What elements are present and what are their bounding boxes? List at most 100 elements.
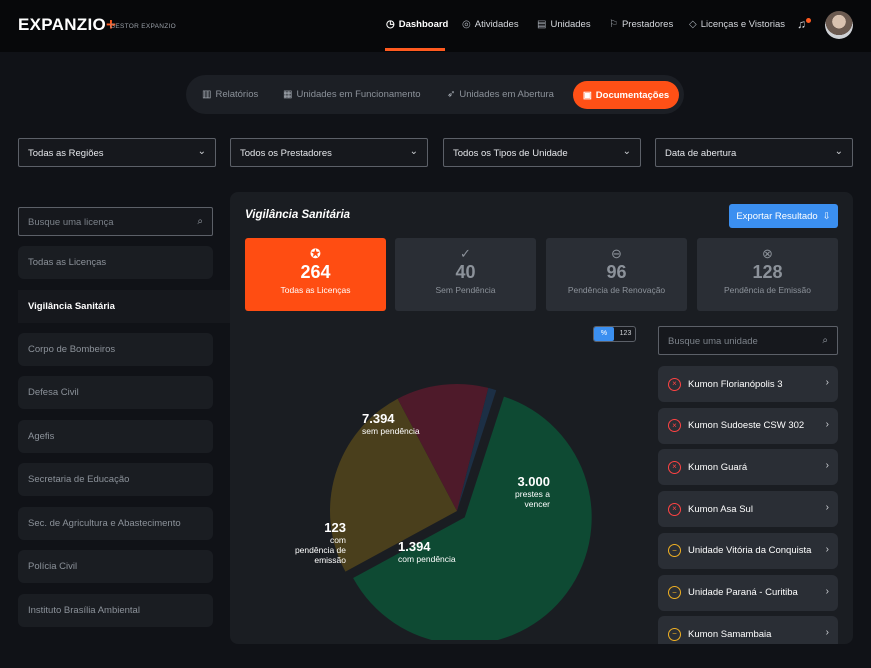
nav-label: Atividades (474, 19, 519, 30)
provider-filter[interactable]: Todos os Prestadores ⌄ (230, 138, 428, 167)
tab-documentacoes[interactable]: ▣ Documentações (573, 81, 679, 109)
pie-text: com pendência (398, 554, 456, 564)
pie-text: prestes a vencer (515, 489, 550, 509)
card-label: Pendência de Renovação (567, 285, 666, 295)
warning-status-icon: − (668, 586, 681, 599)
sidebar-item-todas[interactable]: Todas as Licenças (18, 246, 213, 279)
nav-label: Unidades (550, 19, 591, 30)
avatar[interactable] (825, 11, 853, 39)
card-pendencia-renovacao[interactable]: ⊖ 96 Pendência de Renovação (546, 238, 687, 311)
sidebar-item-ibram[interactable]: Instituto Brasília Ambiental (18, 594, 213, 627)
gauge-icon: ◷ (386, 18, 395, 30)
pie-value: 1.394 (398, 539, 431, 554)
nav-licencas[interactable]: ◇ Licenças e Vistorias (689, 19, 785, 30)
card-label: Sem Pendência (435, 285, 496, 295)
unit-search-input[interactable]: Busque uma unidade ⌕ (658, 326, 838, 355)
chevron-down-icon: ⌄ (834, 146, 843, 157)
filter-value: Data de abertura (665, 148, 737, 159)
pie-value: 3.000 (517, 474, 550, 489)
number-toggle[interactable]: 123 (616, 327, 635, 341)
card-label: Pendência de Emissão (724, 285, 811, 295)
download-icon: ⇩ (822, 210, 831, 222)
nav-prestadores[interactable]: ⚐ Prestadores (609, 19, 673, 30)
x-circle-icon: ⊗ (762, 246, 773, 261)
export-label: Exportar Resultado (736, 210, 818, 222)
chevron-down-icon: ⌄ (409, 146, 418, 157)
unit-name: Unidade Paraná - Curitiba (688, 587, 798, 598)
chevron-down-icon: ⌄ (622, 146, 631, 157)
sidebar-item-policia[interactable]: Polícia Civil (18, 550, 213, 583)
chevron-right-icon: › (825, 627, 829, 639)
card-value: 128 (752, 262, 783, 282)
tab-label: Relatórios (215, 89, 259, 100)
rocket-icon: ➶ (447, 88, 456, 100)
flag-icon: ⚐ (609, 18, 618, 30)
card-sem-pendencia[interactable]: ✓ 40 Sem Pendência (395, 238, 536, 311)
building-icon: ▦ (283, 88, 293, 100)
sidebar-item-bombeiros[interactable]: Corpo de Bombeiros (18, 333, 213, 366)
unit-list-item[interactable]: × Kumon Guará › (658, 449, 838, 486)
region-filter[interactable]: Todas as Regiões ⌄ (18, 138, 216, 167)
document-icon: ▣ (582, 89, 592, 101)
sidebar-item-agefis[interactable]: Agefis (18, 420, 213, 453)
pie-label-com-pendencia: 1.394 com pendência (398, 539, 456, 564)
error-status-icon: × (668, 419, 681, 433)
nav-label: Prestadores (621, 19, 674, 30)
opening-date-filter[interactable]: Data de abertura ⌄ (655, 138, 853, 167)
nav-atividades[interactable]: ◎ Atividades (462, 19, 519, 30)
filter-value: Todos os Tipos de Unidade (453, 148, 568, 159)
tab-relatorios[interactable]: ▥ Relatórios (202, 89, 258, 100)
unit-list-item[interactable]: − Kumon Samambaia › (658, 616, 838, 644)
unit-list-item[interactable]: − Unidade Paraná - Curitiba › (658, 574, 838, 611)
sidebar-item-defesa-civil[interactable]: Defesa Civil (18, 376, 213, 409)
license-search-input[interactable]: Busque uma licença ⌕ (18, 207, 213, 236)
export-button[interactable]: Exportar Resultado ⇩ (729, 204, 838, 228)
unit-name: Unidade Vitória da Conquista (688, 545, 812, 557)
pie-label-emissao: 123 com pendência de emissão (292, 520, 346, 565)
chevron-right-icon: › (825, 585, 829, 597)
nav-unidades[interactable]: ▤ Unidades (537, 19, 591, 30)
tab-unidades-abertura[interactable]: ➶ Unidades em Abertura (447, 89, 554, 100)
bell-icon[interactable]: ♫ (797, 17, 806, 31)
tab-unidades-funcionamento[interactable]: ▦ Unidades em Funcionamento (283, 89, 421, 100)
unit-name: Kumon Florianópolis 3 (688, 378, 783, 390)
notification-dot (806, 18, 811, 23)
sidebar-item-agricultura[interactable]: Sec. de Agricultura e Abastecimento (18, 507, 213, 540)
logo[interactable]: EXPANZIO+ (18, 15, 116, 35)
chevron-right-icon: › (825, 543, 829, 555)
unit-list-item[interactable]: × Kumon Florianópolis 3 › (658, 366, 838, 402)
unit-type-filter[interactable]: Todos os Tipos de Unidade ⌄ (443, 138, 641, 167)
chevron-right-icon: › (825, 418, 829, 430)
minus-circle-icon: ⊖ (611, 246, 622, 261)
unit-list: × Kumon Florianópolis 3 › × Kumon Sudoeste C… (658, 364, 838, 644)
percent-toggle[interactable]: % (594, 327, 614, 341)
check-circle-icon: ✓ (460, 246, 471, 261)
tab-label: Documentações (595, 89, 670, 101)
unit-name: Kumon Samambaia (688, 628, 772, 640)
pie-text: com pendência de emissão (294, 535, 346, 565)
card-pendencia-emissao[interactable]: ⊗ 128 Pendência de Emissão (697, 238, 838, 311)
nav-dashboard[interactable]: ◷ Dashboard (386, 19, 448, 30)
award-icon: ✪ (310, 246, 321, 261)
filter-value: Todos os Prestadores (240, 148, 332, 159)
tab-label: Unidades em Abertura (459, 89, 554, 100)
unit-list-item[interactable]: × Kumon Sudoeste CSW 302 › (658, 407, 838, 444)
nav-active-indicator (385, 48, 445, 51)
card-label: Todas as Licenças (280, 285, 351, 295)
search-icon: ⌕ (822, 335, 828, 346)
card-value: 96 (606, 262, 627, 282)
sidebar-item-educacao[interactable]: Secretaria de Educação (18, 463, 213, 496)
pie-value: 7.394 (362, 411, 395, 426)
pie-value: 123 (324, 520, 346, 535)
tag-icon: ◇ (689, 18, 697, 30)
unit-list-item[interactable]: × Kumon Asa Sul › (658, 491, 838, 528)
chevron-right-icon: › (825, 377, 829, 388)
sidebar-item-vigilancia[interactable]: Vigilância Sanitária (18, 290, 235, 323)
search-icon: ⌕ (197, 216, 203, 227)
card-todas-licencas[interactable]: ✪ 264 Todas as Licenças (245, 238, 386, 311)
bar-chart-icon: ▥ (202, 88, 212, 100)
chevron-right-icon: › (825, 460, 829, 472)
unit-list-item[interactable]: − Unidade Vitória da Conquista › (658, 532, 838, 569)
search-placeholder: Busque uma unidade (668, 336, 758, 347)
unit-name: Kumon Sudoeste CSW 302 (688, 420, 805, 432)
